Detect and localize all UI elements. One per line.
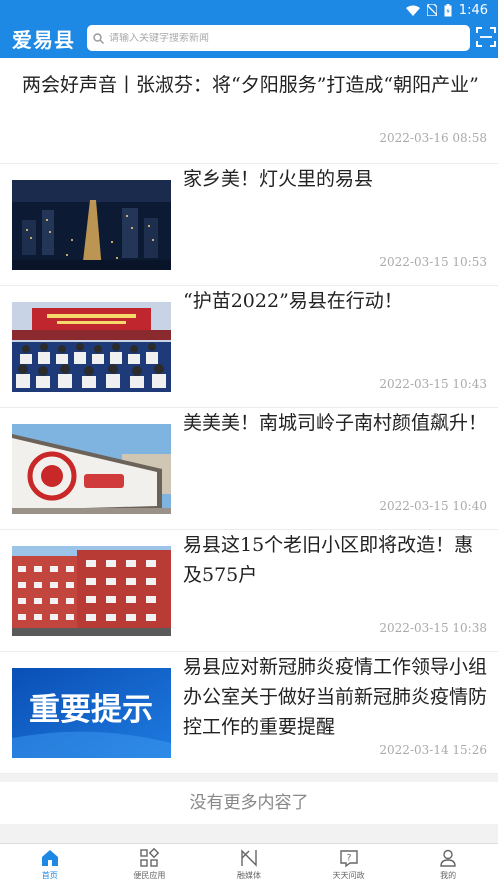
news-item[interactable]: 家乡美！灯火里的易县 2022-03-15 10:53	[0, 164, 498, 286]
wifi-icon	[405, 5, 420, 16]
home-icon	[41, 850, 58, 866]
news-title: 易县这15个老旧小区即将改造！惠及575户	[183, 534, 474, 586]
user-icon	[440, 849, 456, 867]
apps-grid-icon	[140, 848, 160, 867]
status-bar: 1:46	[405, 0, 488, 20]
notice-banner-text: 重要提示	[29, 692, 153, 728]
tab-label: 我的	[440, 871, 457, 880]
news-thumbnail	[12, 180, 171, 270]
news-title: “护苗2022”易县在行动！	[183, 290, 403, 312]
tab-label: 天天问政	[332, 871, 365, 880]
end-of-list-message: 没有更多内容了	[0, 782, 498, 824]
news-time: 2022-03-15 10:53	[379, 255, 487, 269]
news-title: 易县应对新冠肺炎疫情工作领导小组办公室关于做好当前新冠肺炎疫情防控工作的重要提醒	[183, 656, 488, 738]
news-title: 家乡美！灯火里的易县	[183, 168, 374, 190]
news-thumbnail: 重要提示	[12, 668, 171, 758]
bottom-tab-bar: 首页 便民应用 融媒体 ? 天天问政 我的	[0, 843, 498, 885]
tab-home[interactable]: 首页	[0, 844, 100, 885]
svg-text:?: ?	[346, 854, 351, 864]
news-time: 2022-03-15 10:38	[379, 621, 487, 635]
news-time: 2022-03-16 08:58	[379, 131, 487, 145]
media-icon	[241, 849, 257, 867]
no-sim-icon	[426, 4, 437, 16]
news-feed: 两会好声音丨张淑芬：将“夕阳服务”打造成“朝阳产业” 2022-03-16 08…	[0, 58, 498, 843]
tab-label: 便民应用	[133, 871, 166, 880]
top-bar: 1:46 爱易县	[0, 0, 498, 58]
news-item[interactable]: 两会好声音丨张淑芬：将“夕阳服务”打造成“朝阳产业” 2022-03-16 08…	[0, 58, 498, 164]
news-thumbnail	[12, 424, 171, 514]
tab-label: 融媒体	[236, 871, 261, 880]
search-input[interactable]	[109, 32, 439, 44]
app-title: 爱易县	[12, 28, 75, 52]
scan-icon[interactable]	[476, 27, 496, 47]
news-time: 2022-03-15 10:40	[379, 499, 487, 513]
search-icon	[93, 32, 104, 44]
tab-label: 首页	[41, 871, 58, 880]
battery-icon	[444, 3, 452, 16]
news-thumbnail	[12, 546, 171, 636]
tab-profile[interactable]: 我的	[398, 844, 498, 885]
news-thumbnail	[12, 302, 171, 392]
status-time: 1:46	[458, 2, 488, 18]
news-item[interactable]: “护苗2022”易县在行动！ 2022-03-15 10:43	[0, 286, 498, 408]
search-bar[interactable]	[87, 25, 470, 51]
news-title: 两会好声音丨张淑芬：将“夕阳服务”打造成“朝阳产业”	[22, 74, 479, 96]
news-time: 2022-03-15 10:43	[379, 377, 487, 391]
news-item[interactable]: 易县这15个老旧小区即将改造！惠及575户 2022-03-15 10:38	[0, 530, 498, 652]
tab-media[interactable]: 融媒体	[199, 844, 299, 885]
tab-services[interactable]: 便民应用	[100, 844, 200, 885]
news-title: 美美美！南城司岭子南村颜值飙升！	[183, 412, 488, 434]
news-item[interactable]: 重要提示 易县应对新冠肺炎疫情工作领导小组办公室关于做好当前新冠肺炎疫情防控工作…	[0, 652, 498, 774]
question-chat-icon: ?	[339, 850, 358, 868]
news-item[interactable]: 美美美！南城司岭子南村颜值飙升！ 2022-03-15 10:40	[0, 408, 498, 530]
news-time: 2022-03-14 15:26	[379, 743, 487, 757]
tab-inquiry[interactable]: ? 天天问政	[299, 844, 399, 885]
